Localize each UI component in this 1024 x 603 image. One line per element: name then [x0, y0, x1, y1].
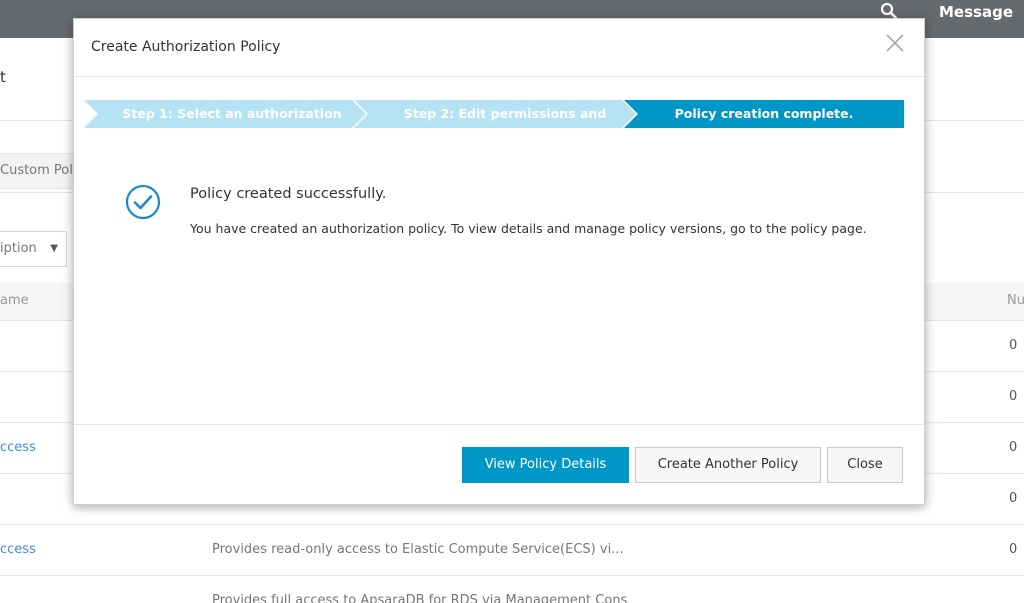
- table-row: ccess Provides read-only access to Elast…: [0, 525, 1024, 576]
- policy-description: Provides full access to ApsaraDB for RDS…: [212, 593, 628, 603]
- reference-count: 0: [1009, 542, 1018, 557]
- create-another-policy-button[interactable]: Create Another Policy: [635, 447, 821, 483]
- policy-name-link[interactable]: ccess: [0, 542, 36, 557]
- table-row: Provides full access to ApsaraDB for RDS…: [0, 576, 1024, 603]
- message-link[interactable]: Message: [939, 3, 1013, 21]
- chevron-down-icon: ▼: [50, 243, 58, 254]
- close-icon[interactable]: [885, 33, 905, 53]
- reference-count: 0: [1009, 440, 1018, 455]
- view-policy-details-button[interactable]: View Policy Details: [462, 447, 629, 483]
- column-header-policy-name: ame: [0, 293, 29, 308]
- step-policy-complete: Policy creation complete.: [624, 100, 904, 128]
- reference-count: 0: [1009, 491, 1018, 506]
- tab-custom-policy[interactable]: Custom Poli: [0, 153, 80, 189]
- reference-count: 0: [1009, 338, 1018, 353]
- step-label: Policy creation complete.: [674, 106, 854, 121]
- search-type-select[interactable]: iption ▼: [0, 231, 67, 267]
- policy-name-link[interactable]: ccess: [0, 440, 36, 455]
- search-type-value: iption: [0, 241, 37, 256]
- close-button[interactable]: Close: [827, 447, 903, 483]
- dialog-footer-divider: [74, 424, 924, 425]
- dialog-title: Create Authorization Policy: [91, 39, 281, 55]
- step-edit-permissions: Step 2: Edit permissions and: [354, 100, 636, 128]
- success-title: Policy created successfully.: [190, 186, 387, 202]
- check-circle-icon: [125, 184, 161, 220]
- column-header-number: Nu: [1007, 293, 1024, 308]
- step-label: Step 1: Select an authorization: [122, 106, 342, 121]
- step-select-authorization: Step 1: Select an authorization: [84, 100, 366, 128]
- page-header-fragment: t: [0, 68, 6, 86]
- dialog-header-divider: [74, 76, 924, 77]
- reference-count: 0: [1009, 389, 1018, 404]
- success-description: You have created an authorization policy…: [190, 221, 867, 236]
- policy-description: Provides read-only access to Elastic Com…: [212, 542, 624, 557]
- step-label: Step 2: Edit permissions and: [403, 106, 607, 121]
- wizard-steps: Step 1: Select an authorization Step 2: …: [84, 100, 904, 128]
- create-policy-dialog: Create Authorization Policy Step 1: Sele…: [73, 18, 925, 505]
